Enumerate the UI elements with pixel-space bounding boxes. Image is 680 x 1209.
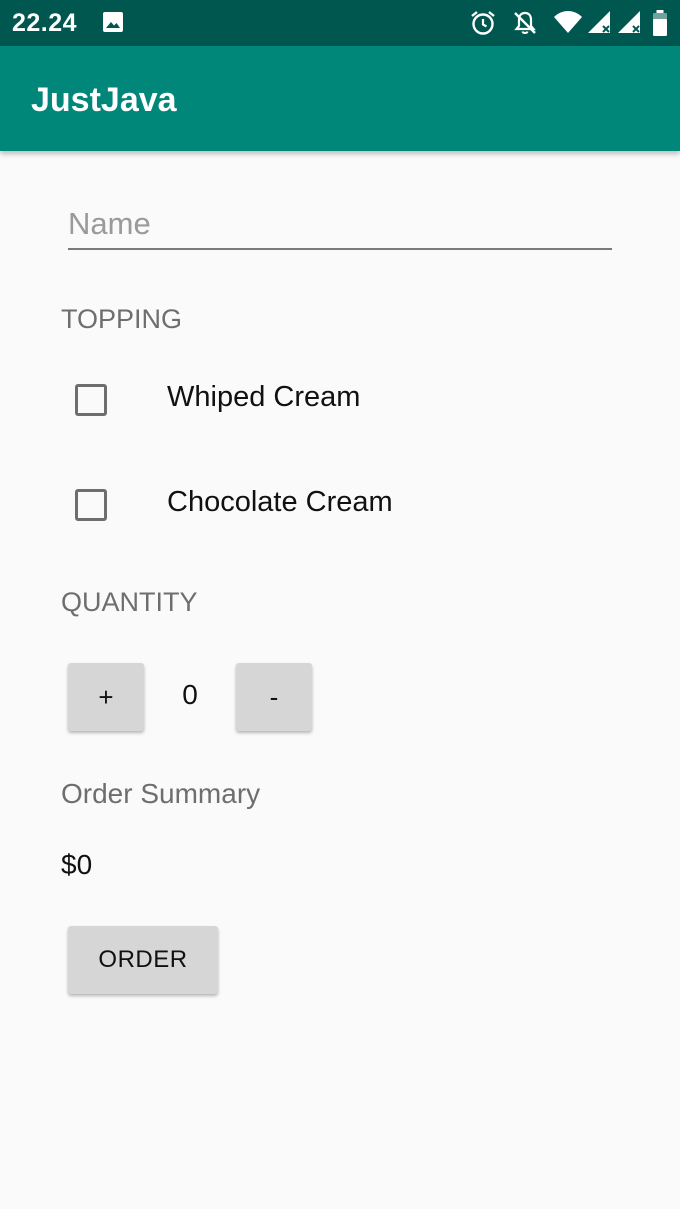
battery-icon — [653, 10, 667, 36]
quantity-header: QUANTITY — [61, 587, 198, 617]
order-summary-title: Order Summary — [61, 778, 261, 809]
notifications-off-icon — [514, 11, 536, 34]
wifi-icon — [554, 11, 582, 33]
signal-icon — [588, 11, 610, 33]
decrement-button[interactable]: - — [236, 663, 312, 731]
image-icon — [103, 12, 123, 32]
chocolate-cream-checkbox-row[interactable]: Chocolate Cream — [60, 475, 460, 535]
whipped-cream-checkbox[interactable] — [75, 384, 107, 416]
signal-icon-2 — [618, 11, 640, 33]
chocolate-cream-checkbox[interactable] — [75, 489, 107, 521]
name-input[interactable] — [68, 200, 612, 250]
order-summary-price: $0 — [61, 849, 93, 880]
app-bar: JustJava — [0, 46, 680, 151]
alarm-icon — [471, 11, 495, 35]
status-time: 22.24 — [12, 9, 78, 37]
whipped-cream-checkbox-row[interactable]: Whiped Cream — [60, 370, 460, 430]
order-button[interactable]: ORDER — [68, 926, 218, 994]
quantity-value: 0 — [182, 679, 198, 710]
increment-button[interactable]: + — [68, 663, 144, 731]
topping-header: TOPPING — [61, 304, 183, 334]
chocolate-cream-label: Chocolate Cream — [167, 486, 393, 518]
app-title: JustJava — [31, 81, 177, 119]
whipped-cream-label: Whiped Cream — [167, 381, 361, 413]
status-bar: 22.24 — [0, 0, 680, 46]
